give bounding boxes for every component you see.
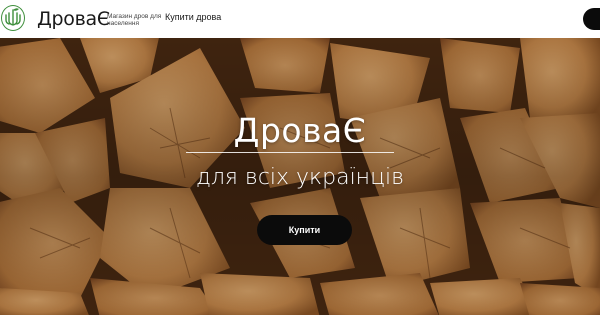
buy-button[interactable]: Купити (257, 215, 352, 245)
hero-section: ДроваЄ для всіх українців Купити (0, 38, 600, 315)
hero-divider (186, 152, 394, 153)
nav-buy-firewood-link[interactable]: Купити дрова (165, 12, 221, 22)
header-cta-button[interactable] (583, 8, 600, 30)
hero-subtitle: для всіх українців (195, 165, 405, 190)
hero-title: ДроваЄ (233, 111, 367, 150)
brand-name[interactable]: ДроваЄ (37, 8, 110, 30)
logo-icon[interactable] (1, 5, 25, 31)
site-header: ДроваЄ Магазин дров для населення Купити… (0, 0, 600, 38)
brand-tagline: Магазин дров для населення (107, 13, 162, 27)
